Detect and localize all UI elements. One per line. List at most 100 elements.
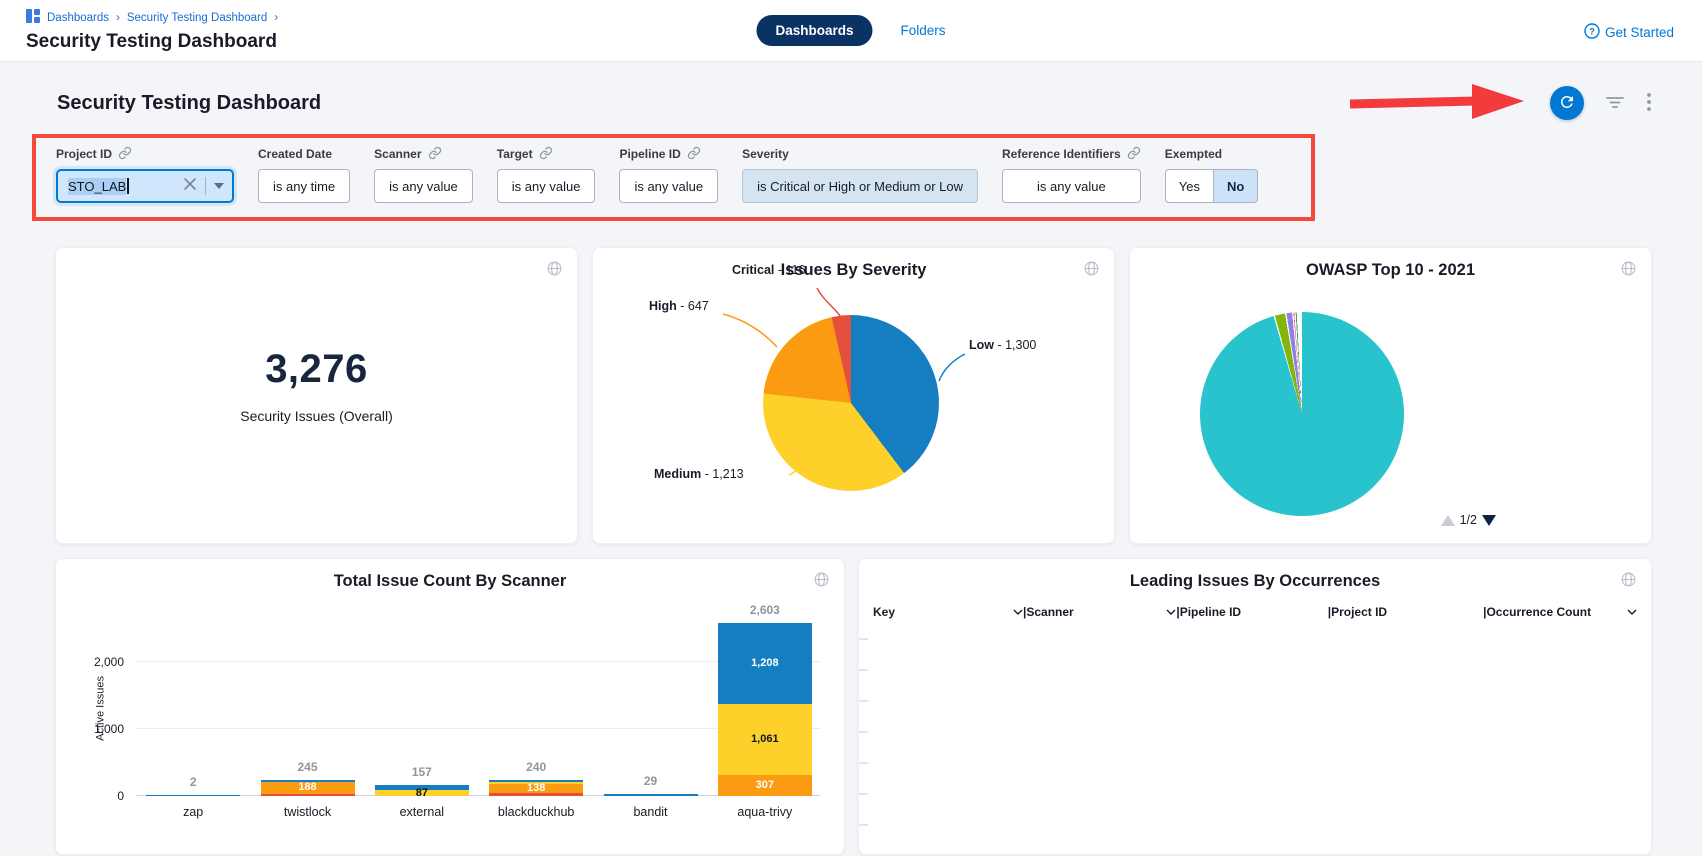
bar-blackduckhub[interactable]: 138	[489, 780, 583, 796]
y-tick-label: 0	[117, 789, 124, 803]
x-category-label: twistlock	[251, 805, 365, 819]
y-tick-label: 2,000	[94, 655, 124, 669]
breadcrumb-dashboards[interactable]: Dashboards	[47, 12, 109, 24]
table-row-divider	[859, 824, 868, 826]
help-icon: ?	[1584, 23, 1600, 42]
view-switcher: Dashboards Folders	[756, 15, 945, 46]
filter-severity: Severity is Critical or High or Medium o…	[742, 146, 978, 203]
owasp-pie[interactable]	[1200, 312, 1404, 516]
page-down-icon[interactable]	[1482, 515, 1496, 526]
tab-folders[interactable]: Folders	[901, 23, 946, 38]
top-bar: Dashboards › Security Testing Dashboard …	[0, 0, 1702, 62]
bar-twistlock[interactable]: 188	[261, 780, 355, 796]
chevron-down-icon[interactable]	[1627, 609, 1637, 615]
link-icon	[118, 146, 132, 163]
table-row-divider	[859, 700, 868, 702]
pie-label-medium: Medium - 1,213	[654, 467, 744, 481]
bar-zap[interactable]	[146, 795, 240, 796]
link-icon	[428, 146, 442, 163]
scanner-chip[interactable]: is any value	[374, 169, 473, 203]
bar-segment-high[interactable]: 188	[261, 782, 355, 795]
column-header-project-id[interactable]: Project ID	[1331, 605, 1483, 619]
bar-segment-critical[interactable]	[489, 793, 583, 796]
chevron-down-icon[interactable]	[1013, 609, 1023, 615]
y-tick-label: 1,000	[94, 722, 124, 736]
link-icon	[687, 146, 701, 163]
bar-external[interactable]: 87	[375, 785, 469, 796]
card-issues-by-severity: Issues By Severity Critical - 116 High -…	[592, 247, 1115, 544]
get-started-label: Get Started	[1605, 25, 1674, 40]
pie-label-critical: Critical - 116	[732, 263, 805, 277]
filter-created-date: Created Date is any time	[258, 146, 350, 203]
bar-total-label: 240	[489, 760, 583, 774]
project-id-combobox[interactable]: STO_LAB	[56, 169, 234, 203]
filter-target: Target is any value	[497, 146, 596, 203]
x-category-label: aqua-trivy	[708, 805, 822, 819]
bar-bandit[interactable]	[604, 794, 698, 796]
filter-project-id-label: Project ID	[56, 147, 112, 161]
svg-text:?: ?	[1589, 26, 1595, 37]
dashboard-title: Security Testing Dashboard	[57, 92, 321, 115]
breadcrumb-separator: ›	[116, 12, 120, 24]
bar-segment-low[interactable]	[604, 794, 698, 796]
chart-title-scanner: Total Issue Count By Scanner	[56, 559, 844, 591]
refresh-button[interactable]	[1550, 86, 1584, 120]
card-owasp-top-10: OWASP Top 10 - 2021 1/2	[1129, 247, 1652, 544]
link-icon	[539, 146, 553, 163]
column-header-pipeline-id[interactable]: Pipeline ID	[1180, 605, 1328, 619]
bar-aqua-trivy[interactable]: 3071,0611,208	[718, 623, 812, 796]
globe-icon	[1620, 260, 1637, 282]
column-header-scanner[interactable]: Scanner	[1026, 605, 1176, 619]
more-options-button[interactable]	[1646, 92, 1652, 115]
clear-x-icon[interactable]	[183, 177, 197, 196]
link-icon	[1127, 146, 1141, 163]
chevron-down-icon[interactable]	[1166, 609, 1176, 615]
breadcrumb-current[interactable]: Security Testing Dashboard	[127, 12, 267, 24]
table-row-divider	[859, 731, 868, 733]
get-started-link[interactable]: ? Get Started	[1584, 23, 1674, 42]
bar-segment-low[interactable]: 1,208	[718, 623, 812, 704]
bar-total-label: 245	[261, 760, 355, 774]
bar-chart-plot: 01,0002,0002zap188245twistlock87157exter…	[136, 605, 820, 796]
chart-title-owasp: OWASP Top 10 - 2021	[1130, 248, 1651, 280]
bar-segment-low[interactable]	[146, 795, 240, 796]
card-leading-issues-by-occurrences: Leading Issues By Occurrences Key | Scan…	[858, 558, 1652, 855]
column-header-key[interactable]: Key	[873, 605, 1023, 619]
bar-segment-critical[interactable]	[261, 794, 355, 796]
table-row-divider	[859, 762, 868, 764]
card-total-issue-count-by-scanner: Total Issue Count By Scanner Active Issu…	[55, 558, 845, 855]
filter-created-date-label: Created Date	[258, 147, 332, 161]
globe-icon	[813, 571, 830, 593]
filter-target-label: Target	[497, 147, 533, 161]
severity-chip[interactable]: is Critical or High or Medium or Low	[742, 169, 978, 203]
chart-title-issues-by-severity: Issues By Severity	[593, 248, 1114, 280]
bar-segment-medium[interactable]: 1,061	[718, 704, 812, 775]
column-header-occurrence-count[interactable]: Occurrence Count	[1486, 605, 1637, 619]
filter-scanner-label: Scanner	[374, 147, 421, 161]
bar-segment-high[interactable]: 138	[489, 784, 583, 793]
page-up-icon[interactable]	[1441, 515, 1455, 526]
tab-dashboards[interactable]: Dashboards	[756, 15, 872, 46]
bar-segment-high[interactable]: 307	[718, 775, 812, 796]
filter-severity-label: Severity	[742, 147, 789, 161]
filter-bar-annotated: Project ID STO_LAB Created Date is any t…	[32, 134, 1315, 221]
text-cursor	[127, 178, 129, 194]
bar-total-label: 2	[146, 775, 240, 789]
exempted-no-button[interactable]: No	[1213, 169, 1258, 203]
table-row-divider	[859, 638, 868, 640]
bar-segment-medium[interactable]: 87	[375, 790, 469, 796]
dashboards-grid-icon	[26, 9, 40, 26]
exempted-yes-button[interactable]: Yes	[1165, 169, 1213, 203]
pipeline-id-chip[interactable]: is any value	[619, 169, 718, 203]
created-date-chip[interactable]: is any time	[258, 169, 350, 203]
metric-value: 3,276	[265, 347, 368, 392]
target-chip[interactable]: is any value	[497, 169, 596, 203]
reference-identifiers-chip[interactable]: is any value	[1002, 169, 1141, 203]
chevron-down-icon[interactable]	[214, 183, 224, 189]
filter-exempted-label: Exempted	[1165, 147, 1222, 161]
project-id-value: STO_LAB	[68, 178, 126, 195]
severity-pie[interactable]	[763, 315, 939, 491]
filter-button[interactable]	[1605, 93, 1625, 114]
card-security-issues-overall: 3,276 Security Issues (Overall)	[55, 247, 578, 544]
pie-label-low: Low - 1,300	[969, 338, 1036, 352]
